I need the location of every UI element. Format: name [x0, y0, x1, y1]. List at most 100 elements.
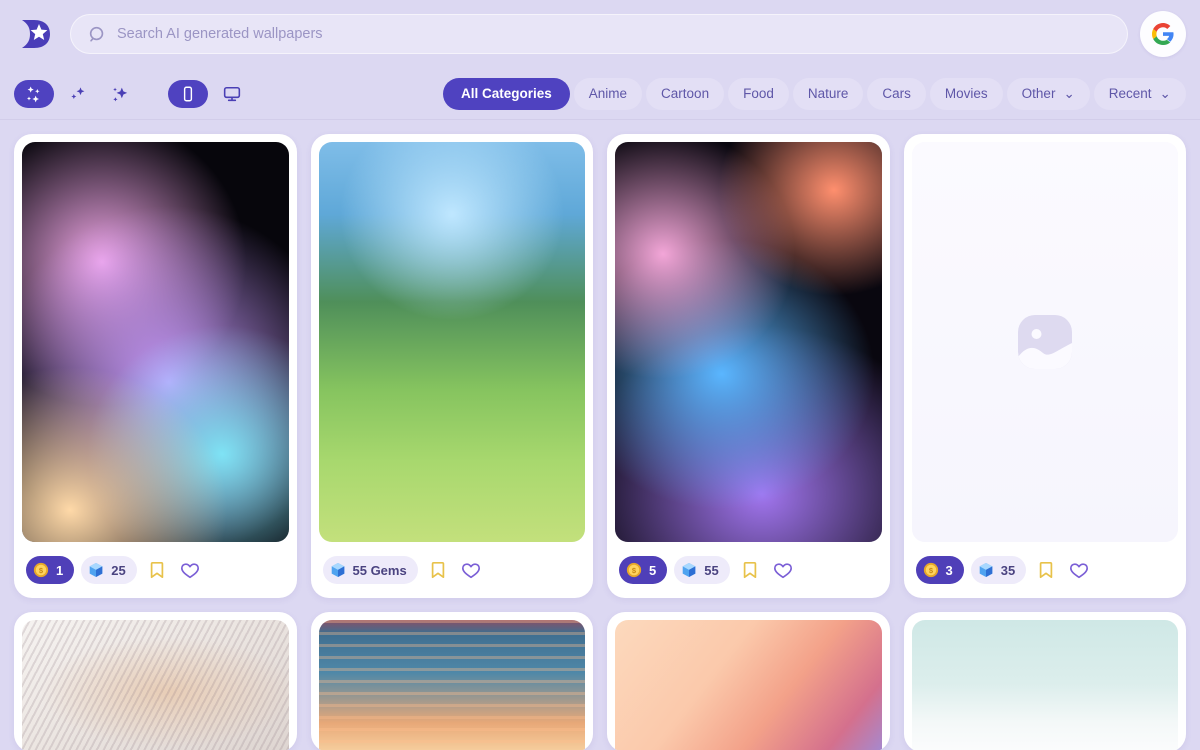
wallpaper-artwork — [318, 620, 585, 750]
coin-price-value: 3 — [945, 562, 953, 578]
gem-icon — [89, 562, 103, 578]
bookmark-icon — [1039, 561, 1053, 579]
category-tab-recent[interactable]: Recent ⌄ — [1093, 77, 1186, 110]
gem-price-badge[interactable]: 55 Gems — [322, 556, 418, 584]
category-tab-other[interactable]: Other ⌄ — [1006, 77, 1090, 110]
category-tab-label: Cars — [882, 86, 911, 101]
wallpaper-artwork — [22, 620, 289, 750]
wallpaper-artwork — [22, 142, 289, 542]
top-bar — [0, 0, 1200, 68]
bookmark-button[interactable] — [425, 557, 451, 583]
bookmark-icon — [431, 561, 444, 579]
wallpaper-card[interactable]: $3 35 — [903, 134, 1186, 598]
wallpaper-card[interactable] — [607, 612, 890, 750]
style-tool-sparkles-filled[interactable] — [14, 79, 54, 108]
gem-price-badge[interactable]: 55 — [674, 556, 730, 584]
google-g-icon — [1152, 23, 1174, 45]
card-footer: $5 55 — [615, 542, 882, 598]
category-tab-all-categories[interactable]: All Categories — [443, 77, 570, 110]
wallpaper-thumbnail[interactable] — [318, 620, 585, 750]
sparkle-star-icon — [113, 87, 128, 101]
chevron-down-icon: ⌄ — [1159, 85, 1171, 101]
bookmark-icon — [743, 561, 756, 579]
category-tab-anime[interactable]: Anime — [573, 77, 643, 110]
wallpaper-thumbnail[interactable] — [22, 142, 289, 542]
wallpaper-thumbnail[interactable] — [318, 142, 585, 542]
gem-icon — [331, 562, 344, 578]
like-button[interactable] — [458, 557, 484, 583]
heart-icon — [1070, 562, 1089, 578]
coin-icon: $ — [33, 562, 49, 578]
search-bar[interactable] — [70, 14, 1128, 54]
heart-icon — [773, 562, 792, 578]
wallpaper-artwork — [318, 142, 585, 542]
category-tab-cars[interactable]: Cars — [867, 77, 926, 110]
bookmark-button[interactable] — [144, 557, 170, 583]
wallpaper-card[interactable] — [310, 612, 593, 750]
bookmark-button[interactable] — [737, 557, 763, 583]
search-icon — [89, 26, 104, 42]
gem-price-badge[interactable]: 35 — [970, 556, 1027, 584]
category-tab-label: Movies — [944, 86, 988, 101]
card-footer: $3 35 — [912, 542, 1179, 598]
wallpaper-thumbnail[interactable] — [22, 620, 289, 750]
coin-price-value: 5 — [649, 562, 657, 578]
wallpaper-artwork — [911, 620, 1178, 750]
bookmark-icon — [150, 561, 163, 579]
wallpaper-thumbnail[interactable] — [615, 620, 882, 750]
category-tab-food[interactable]: Food — [728, 77, 789, 110]
gem-icon — [682, 562, 696, 578]
image-placeholder-icon — [1017, 315, 1072, 369]
gem-price-value: 55 — [704, 562, 719, 578]
gem-price-badge[interactable]: 25 — [81, 556, 137, 584]
card-footer: 55 Gems — [319, 542, 586, 598]
category-tab-label: Recent — [1108, 86, 1152, 101]
mobile-icon — [183, 86, 193, 101]
wallpaper-thumbnail[interactable] — [615, 142, 882, 542]
tool-group-left — [14, 79, 250, 108]
style-tool-sparkles-small[interactable] — [60, 80, 96, 108]
wallpaper-artwork — [615, 142, 882, 542]
wallpaper-thumbnail[interactable] — [911, 620, 1178, 750]
category-tab-nature[interactable]: Nature — [792, 77, 864, 110]
wallpaper-thumbnail[interactable] — [911, 142, 1178, 542]
category-tab-cartoon[interactable]: Cartoon — [646, 77, 725, 110]
category-tab-label: Cartoon — [661, 86, 710, 101]
device-tool-mobile[interactable] — [168, 79, 208, 108]
style-tool-sparkle-star[interactable] — [102, 80, 138, 108]
wallpaper-card[interactable]: $5 55 — [607, 134, 890, 598]
coin-price-badge[interactable]: $1 — [26, 556, 75, 584]
bookmark-button[interactable] — [1033, 557, 1059, 583]
wallpaper-card[interactable] — [14, 612, 297, 750]
category-tab-label: Other — [1021, 86, 1056, 101]
device-tool-desktop[interactable] — [214, 80, 250, 108]
heart-icon — [180, 562, 199, 578]
like-button[interactable] — [1066, 557, 1092, 583]
wallpaper-artwork — [615, 620, 882, 750]
desktop-icon — [223, 86, 241, 101]
coin-price-badge[interactable]: $5 — [619, 556, 668, 584]
sparkles-filled-icon — [27, 86, 40, 102]
wallpaper-card[interactable] — [903, 612, 1186, 750]
search-input[interactable] — [117, 26, 1110, 42]
wallpaper-grid-next-row — [0, 612, 1200, 750]
like-button[interactable] — [770, 557, 796, 583]
category-tab-label: Nature — [807, 86, 849, 101]
coin-price-badge[interactable]: $3 — [915, 556, 964, 584]
gem-price-value: 55 Gems — [352, 562, 407, 578]
wallpaper-card[interactable]: 55 Gems — [310, 134, 593, 598]
card-footer: $1 25 — [22, 542, 289, 598]
like-button[interactable] — [177, 557, 203, 583]
category-tab-label: All Categories — [461, 86, 552, 101]
heart-icon — [461, 562, 480, 578]
category-tab-label: Food — [743, 86, 774, 101]
wallpaper-grid: $1 25 55 Gems $5 55 $3 35 — [0, 120, 1200, 598]
sparkles-small-icon — [71, 86, 85, 99]
google-account-button[interactable] — [1140, 11, 1186, 57]
wallpaper-card[interactable]: $1 25 — [14, 134, 297, 598]
coin-icon: $ — [626, 562, 642, 578]
filter-toolbar: All Categories Anime Cartoon Food Nature Cars… — [0, 68, 1200, 120]
category-tabs: All Categories Anime Cartoon Food Nature Cars… — [443, 77, 1186, 110]
category-tab-movies[interactable]: Movies — [929, 77, 1003, 110]
app-logo[interactable] — [14, 12, 58, 56]
